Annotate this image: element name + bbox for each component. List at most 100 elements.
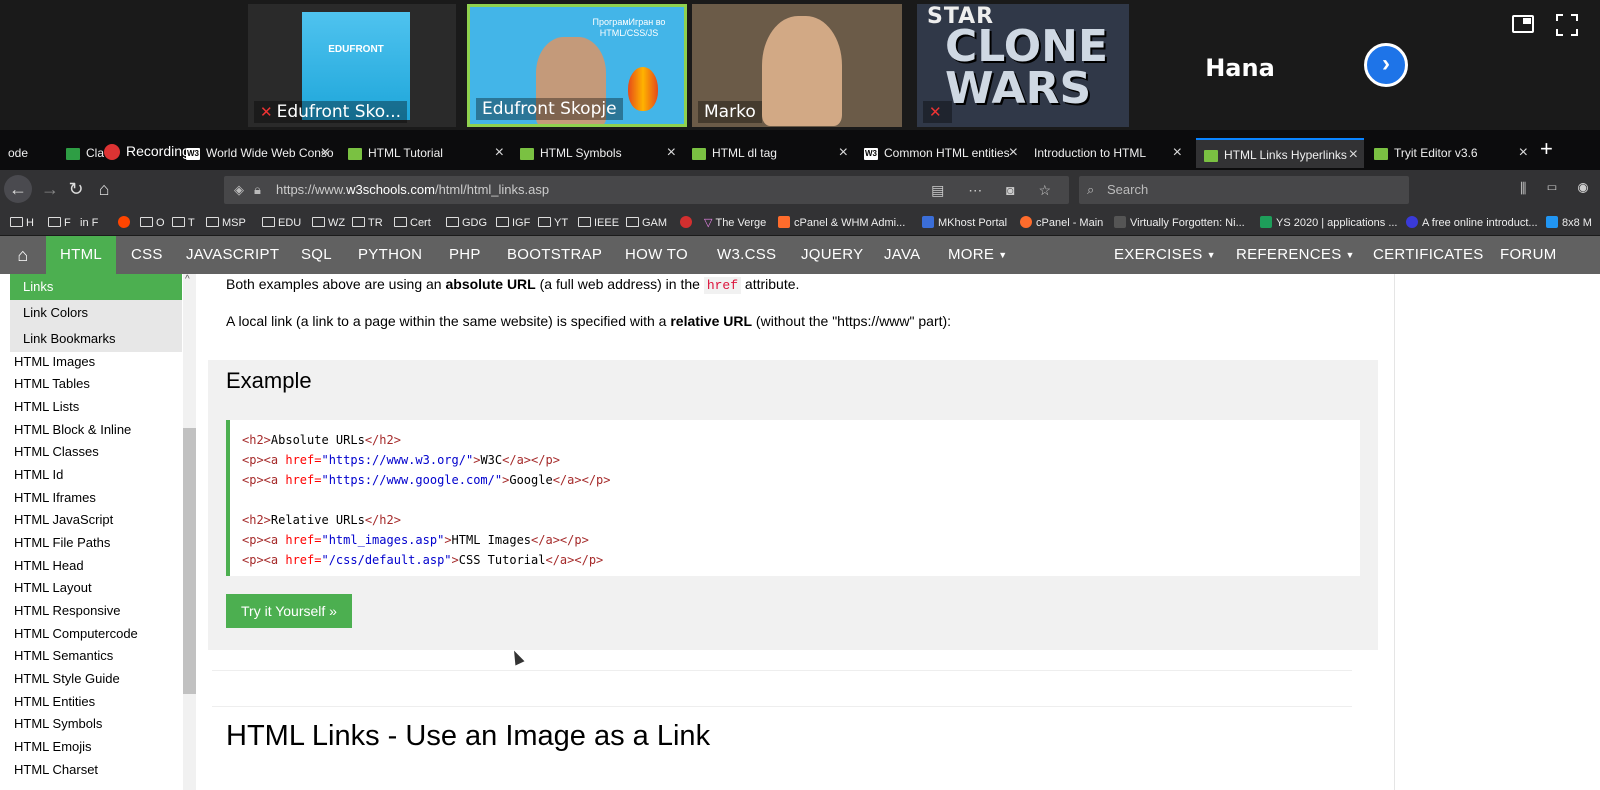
sidebar-item[interactable]: HTML Id (14, 465, 63, 485)
bookmark-folder[interactable]: H (10, 214, 34, 232)
tab-html-links[interactable]: HTML Links Hyperlinks × (1196, 138, 1364, 168)
sidebar-item[interactable]: HTML Style Guide (14, 669, 120, 689)
participant-tile-5[interactable]: Hana (1134, 4, 1346, 127)
nav-java[interactable]: JAVA (884, 236, 921, 274)
bookmark-folder[interactable]: Cert (394, 214, 431, 232)
tab-html-tutorial[interactable]: HTML Tutorial × (340, 138, 510, 168)
bookmark-mkhost[interactable]: MKhost Portal (922, 214, 1007, 232)
bookmark-folder[interactable]: F (48, 214, 71, 232)
nav-references[interactable]: REFERENCES ▼ (1236, 236, 1355, 274)
participant-tile-2[interactable]: ПрограмИгран во HTML/CSS/JS Edufront Sko… (467, 4, 687, 127)
nav-javascript[interactable]: JAVASCRIPT (186, 236, 279, 274)
close-icon[interactable]: × (1519, 138, 1528, 168)
home-icon[interactable]: ⌂ (0, 236, 46, 274)
bookmark-tv[interactable] (680, 214, 696, 232)
next-page-button[interactable]: › (1364, 43, 1408, 87)
sidebar-item[interactable]: HTML Charset (14, 760, 98, 780)
back-arrow-icon[interactable]: ← (4, 175, 32, 203)
sidebar-item[interactable]: HTML Images (14, 352, 95, 372)
nav-w3css[interactable]: W3.CSS (717, 236, 776, 274)
new-tab-button[interactable]: + (1540, 136, 1553, 162)
participant-tile-1[interactable]: EDUFRONT ✕ Edufront Sko... (248, 4, 456, 127)
bookmark-folder[interactable]: in F (80, 214, 98, 232)
bookmark-htg[interactable]: Virtually Forgotten: Ni... (1114, 214, 1245, 232)
bookmark-cpanel-whm[interactable]: cPanel & WHM Admi... (778, 214, 905, 232)
bookmark-folder[interactable]: T (172, 214, 195, 232)
close-icon[interactable]: × (839, 138, 848, 168)
sidebar-item[interactable]: HTML Symbols (14, 714, 102, 734)
nav-forum[interactable]: FORUM (1500, 236, 1557, 274)
scroll-up-icon[interactable]: ^ (185, 274, 190, 285)
bookmark-folder[interactable]: GAM (626, 214, 667, 232)
bookmark-folder[interactable]: IGF (496, 214, 530, 232)
close-icon[interactable]: × (1349, 140, 1358, 168)
sidebar-item[interactable]: HTML Head (14, 556, 84, 576)
sidebar-item[interactable]: HTML Entities (14, 692, 95, 712)
try-it-yourself-button[interactable]: Try it Yourself » (226, 594, 352, 628)
sidebar-item[interactable]: HTML Layout (14, 578, 92, 598)
bookmark-folder[interactable]: TR (352, 214, 383, 232)
nav-exercises[interactable]: EXERCISES ▼ (1114, 236, 1216, 274)
nav-sql[interactable]: SQL (301, 236, 332, 274)
tab-tryit[interactable]: Tryit Editor v3.6 × (1366, 138, 1534, 168)
forward-arrow-icon[interactable]: → (36, 175, 64, 203)
bookmark-folder[interactable]: EDU (262, 214, 301, 232)
bookmark-8x8[interactable]: 8x8 M (1546, 214, 1592, 232)
nav-jquery[interactable]: JQUERY (801, 236, 863, 274)
tab-w3c[interactable]: W3 World Wide Web Conso × (178, 138, 336, 168)
nav-php[interactable]: PHP (449, 236, 481, 274)
nav-more[interactable]: MORE ▼ (948, 236, 1007, 274)
nav-python[interactable]: PYTHON (358, 236, 422, 274)
sidebar-item[interactable]: HTML Responsive (14, 601, 120, 621)
close-icon[interactable]: × (495, 138, 504, 168)
bookmark-folder[interactable]: YT (538, 214, 568, 232)
tab-html-dl[interactable]: HTML dl tag × (684, 138, 854, 168)
close-icon[interactable]: × (321, 138, 330, 168)
nav-bootstrap[interactable]: BOOTSTRAP (507, 236, 602, 274)
sidebar-item-links[interactable]: Links (10, 274, 182, 300)
nav-howto[interactable]: HOW TO (625, 236, 688, 274)
sidebar-item[interactable]: HTML Lists (14, 397, 79, 417)
close-icon[interactable]: × (667, 138, 676, 168)
bookmark-ys2020[interactable]: YS 2020 | applications ... (1260, 214, 1398, 232)
tab-intro-html[interactable]: Introduction to HTML × (1026, 138, 1188, 168)
sidebar-scrollbar-thumb[interactable] (183, 428, 196, 694)
tab-html-symbols[interactable]: HTML Symbols × (512, 138, 682, 168)
reload-icon[interactable]: ↻ (62, 175, 90, 203)
nav-html[interactable]: HTML (46, 236, 117, 274)
url-action-icons[interactable]: ▤ ⋯ ◙ ☆ (931, 176, 1061, 204)
sidebar-item[interactable]: HTML Tables (14, 374, 90, 394)
bookmark-cpanel-main[interactable]: cPanel - Main (1020, 214, 1103, 232)
sidebar-item[interactable]: HTML Iframes (14, 488, 96, 508)
bookmark-folder[interactable]: O (140, 214, 165, 232)
nav-css[interactable]: CSS (131, 236, 163, 274)
sidebar-item[interactable]: HTML File Paths (14, 533, 110, 553)
close-icon[interactable]: × (1173, 138, 1182, 168)
sidebar-item[interactable]: HTML Semantics (14, 646, 113, 666)
sidebar-item-link-colors[interactable]: Link Colors (10, 300, 182, 326)
search-input[interactable]: ⌕ Search (1079, 176, 1409, 204)
fullscreen-icon[interactable] (1556, 14, 1578, 36)
home-icon[interactable]: ⌂ (90, 175, 118, 203)
participant-tile-4[interactable]: STAR CLONE WARS ✕ (917, 4, 1129, 127)
participant-tile-3[interactable]: Marko (692, 4, 902, 127)
bookmark-folder[interactable]: IEEE (578, 214, 619, 232)
bookmark-folder[interactable]: WZ (312, 214, 345, 232)
bookmark-reddit[interactable] (118, 214, 134, 232)
sidebar-item[interactable]: HTML Computercode (14, 624, 138, 644)
tab-class[interactable]: Class (58, 138, 104, 168)
tab-code[interactable]: ode (0, 138, 58, 168)
sidebar-item[interactable]: HTML Emojis (14, 737, 92, 757)
sidebar-item[interactable]: HTML Classes (14, 442, 99, 462)
sidebar-item[interactable]: HTML JavaScript (14, 510, 113, 530)
sidebar-item[interactable]: HTML Block & Inline (14, 420, 131, 440)
nav-certificates[interactable]: CERTIFICATES (1373, 236, 1484, 274)
tab-html-entities[interactable]: W3 Common HTML entities × (856, 138, 1024, 168)
toolbar-icons[interactable]: ⫼ ▭ ◉ (1520, 180, 1597, 197)
bookmark-folder[interactable]: GDG (446, 214, 487, 232)
view-mode-icon[interactable] (1512, 15, 1534, 33)
close-icon[interactable]: × (1009, 138, 1018, 168)
sidebar-item-link-bookmarks[interactable]: Link Bookmarks (10, 326, 182, 352)
bookmark-the-verge[interactable]: ▽ The Verge (704, 214, 766, 232)
bookmark-intro[interactable]: A free online introduct... (1406, 214, 1538, 232)
